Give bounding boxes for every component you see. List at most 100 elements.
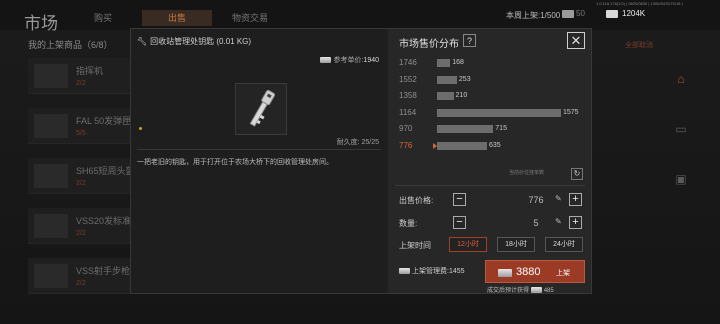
refresh-icon[interactable]: ↻	[571, 168, 583, 180]
listing-name: VSS射手步枪	[76, 266, 131, 276]
cash-icon	[530, 287, 542, 294]
version-info: 1.0.118.178(1/2) | 0820/0830 | 1300/5470…	[596, 1, 683, 6]
list-label: 上架	[556, 270, 570, 277]
top-bar: 市场 购买 出售 物资交易 本周上架:1/500 1.0.118.178(1/2…	[0, 0, 720, 33]
pencil-icon[interactable]: ✎	[555, 194, 562, 203]
weekly-listing-count: 本周上架:1/500	[506, 11, 561, 20]
duration-24h-button[interactable]: 24小时	[545, 237, 583, 252]
price-bar	[437, 92, 454, 100]
duration-18h-button[interactable]: 18小时	[497, 237, 535, 252]
price-bar	[437, 59, 451, 67]
pencil-icon[interactable]: ✎	[555, 217, 562, 226]
item-info-panel: 🔧︎ 回收站管理处钥匙 (0.01 KG) 参考单价:1940 耐久度: 25/2…	[131, 29, 387, 293]
price-decrease-button[interactable]: −	[453, 193, 466, 206]
close-button[interactable]: ✕	[567, 32, 585, 49]
fee-label: 上架管理费:	[412, 268, 449, 275]
item-thumbnail	[34, 264, 68, 288]
item-thumbnail	[34, 164, 68, 188]
ref-price-label: 参考单价:	[333, 57, 364, 64]
my-listings-title: 我的上架商品（6/8）	[28, 40, 113, 50]
price-bar	[437, 125, 494, 133]
item-thumbnail	[34, 214, 68, 238]
distribution-title: 市场售价分布	[399, 39, 459, 50]
list-amount: 3880	[516, 266, 541, 278]
home-icon[interactable]: ⌂	[674, 72, 688, 86]
item-title: 🔧︎ 回收站管理处钥匙 (0.01 KG)	[137, 36, 251, 47]
price-tick-label: 1164	[399, 107, 417, 117]
coin-icon	[562, 10, 574, 18]
price-tick-label: 776	[399, 140, 413, 150]
expected-income: 成交后预计获得 485	[487, 285, 554, 294]
fee-value: 1455	[448, 268, 465, 275]
quantity-increase-button[interactable]: +	[569, 216, 582, 229]
key-icon	[249, 89, 276, 127]
listing-row[interactable]: VSS20发标准 2/2	[28, 208, 138, 244]
item-image	[235, 83, 287, 135]
list-item-button[interactable]: 3880 上架	[485, 260, 585, 283]
quantity-label: 数量:	[399, 219, 418, 228]
divider	[137, 149, 381, 150]
cash-icon	[320, 57, 332, 64]
bar-value-label: 635	[488, 141, 501, 149]
item-description: 一把老旧的钥匙，用于打开位于农场大桥下的回收管理处房间。	[137, 159, 333, 166]
cash-icon	[399, 268, 410, 275]
market-panel: 市场售价分布 ? ✕ 1746 168 1552 253 1358 210 1164 1575…	[389, 29, 591, 294]
listing-fee: 上架管理费:1455	[399, 266, 465, 276]
price-bar	[437, 75, 457, 84]
bar-value-label: 1575	[563, 108, 579, 116]
tab-sell[interactable]: 出售	[142, 10, 212, 26]
duration-12h-button[interactable]: 12小时	[449, 237, 487, 252]
currency-cash: 1204K	[622, 9, 646, 18]
price-tick-label: 1552	[399, 74, 417, 84]
bar-value-label: 715	[495, 125, 507, 132]
price-distribution-chart: 1746 168 1552 253 1358 210 1164 1575 970 715 776 63…	[389, 53, 591, 153]
cash-icon	[498, 269, 512, 277]
duration-label: 上架时间	[399, 241, 431, 250]
expected-value: 485	[543, 288, 554, 294]
bar-value-label: 168	[452, 59, 464, 66]
listing-row[interactable]: FAL 50发弹匣 5/5	[28, 108, 138, 144]
price-bar	[437, 141, 487, 150]
price-tick-label: 1358	[399, 91, 417, 100]
price-tick-label: 970	[399, 124, 413, 133]
cash-icon	[606, 10, 618, 18]
sell-dialog: 🔧︎ 回收站管理处钥匙 (0.01 KG) 参考单价:1940 耐久度: 25/2…	[130, 28, 592, 294]
current-price-note: 当前价位挂单数	[509, 170, 545, 176]
listing-row[interactable]: 指挥机 2/2	[28, 58, 138, 94]
listing-row[interactable]: SH65短周头盔 2/2	[28, 158, 138, 194]
listing-row[interactable]: VSS射手步枪 2/2	[28, 258, 138, 294]
current-price-note-row: 当前价位挂单数	[389, 167, 591, 179]
page-title: 市场	[24, 14, 58, 33]
listing-name: SH65短周头盔	[76, 166, 135, 176]
tab-buy[interactable]: 购买	[86, 10, 120, 26]
listing-qty: 2/2	[76, 280, 86, 287]
divider	[395, 185, 585, 186]
box-icon[interactable]: ▭	[674, 122, 688, 136]
bar-value-label: 210	[455, 92, 468, 99]
listing-qty: 5/5	[76, 130, 86, 137]
currency-coins: 50	[576, 9, 585, 18]
help-button[interactable]: ?	[463, 34, 476, 47]
ref-price-value: 1940	[363, 57, 379, 64]
quantity-decrease-button[interactable]: −	[453, 216, 466, 229]
price-label: 出售价格:	[399, 196, 434, 205]
bar-value-label: 253	[458, 75, 471, 83]
listing-name: 指挥机	[76, 66, 104, 76]
price-increase-button[interactable]: +	[569, 193, 582, 206]
listing-name: FAL 50发弹匣	[76, 116, 132, 126]
listing-qty: 2/2	[76, 230, 86, 237]
tab-goods-trade[interactable]: 物资交易	[228, 10, 272, 26]
bag-icon[interactable]: ▣	[674, 172, 688, 186]
durability: 耐久度: 25/25	[336, 139, 379, 146]
rarity-dot	[139, 127, 142, 130]
listing-name: VSS20发标准	[76, 216, 132, 226]
listing-qty: 2/2	[76, 80, 86, 87]
expected-label: 成交后预计获得	[487, 288, 530, 294]
reference-price: 参考单价:1940	[320, 55, 379, 65]
item-name: 回收站管理处钥匙 (0.01 KG)	[150, 37, 252, 46]
item-thumbnail	[34, 64, 68, 88]
wrench-icon: 🔧︎	[137, 37, 148, 46]
price-bar	[437, 108, 561, 117]
listing-qty: 2/2	[76, 180, 86, 187]
cancel-all-link[interactable]: 全部取消	[625, 40, 653, 50]
